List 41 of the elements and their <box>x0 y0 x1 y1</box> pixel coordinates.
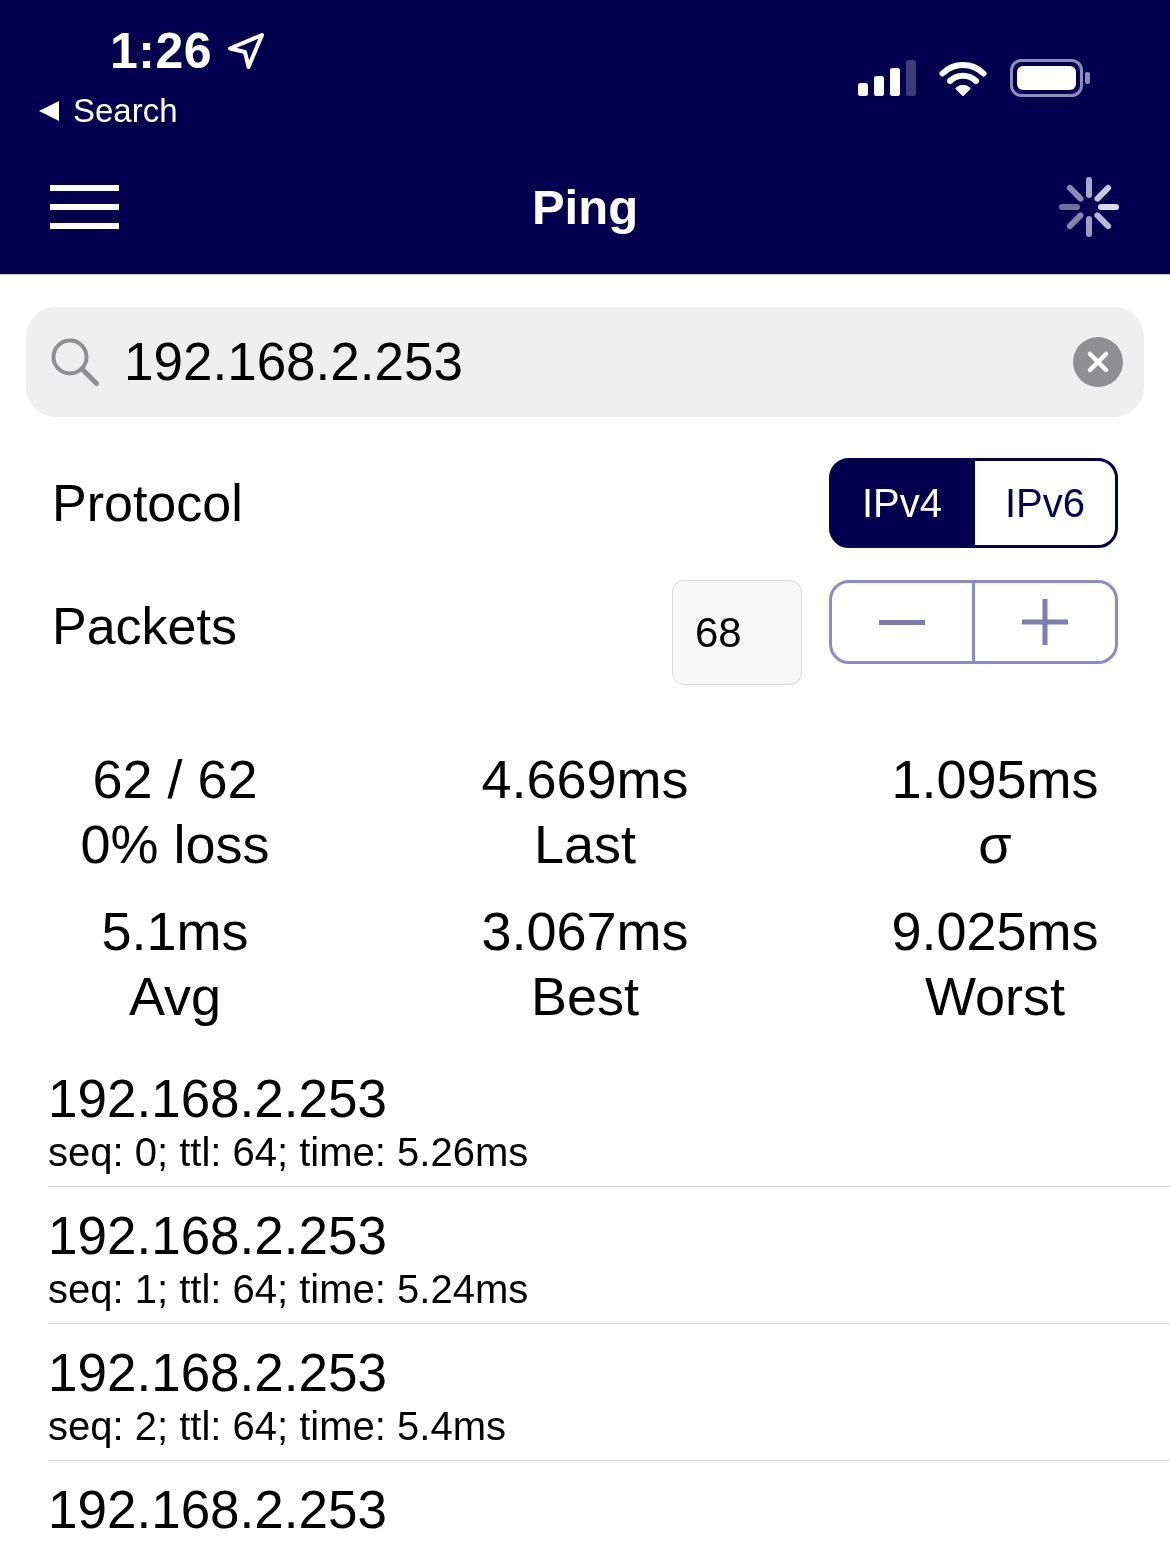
stat-label: Last <box>533 813 637 876</box>
stat-label: Best <box>530 965 640 1028</box>
stat-value: 62 / 62 <box>92 748 258 811</box>
wifi-icon <box>938 60 988 96</box>
segment-button[interactable]: IPv4 <box>829 458 975 548</box>
decrement-button[interactable] <box>829 580 975 664</box>
battery-icon <box>1010 59 1090 97</box>
back-button[interactable]: Search <box>38 91 178 131</box>
search-field[interactable]: 192.168.2.253 <box>26 307 1144 417</box>
stat-value: 4.669ms <box>481 748 689 811</box>
stat-value: 3.067ms <box>481 900 689 963</box>
plus-icon <box>1022 599 1068 645</box>
page-title: Ping <box>531 179 639 236</box>
host-address: 192.168.2.253 <box>48 1068 387 1130</box>
segment-button[interactable]: IPv6 <box>972 458 1118 548</box>
count-field[interactable]: 68 <box>672 580 802 685</box>
ping-detail: seq: 1; ttl: 64; time: 5.24ms <box>48 1268 529 1310</box>
signal-icon <box>858 60 916 96</box>
ping-detail: seq: 2; ttl: 64; time: 5.4ms <box>48 1405 506 1447</box>
minus-icon <box>879 619 925 625</box>
stat-value: 5.1ms <box>101 900 249 963</box>
location-arrow-icon <box>226 31 267 71</box>
stat-value: 9.025ms <box>891 900 1099 963</box>
stat-label: σ <box>978 813 1012 876</box>
search-icon <box>50 337 100 387</box>
stat-label: 0% loss <box>80 813 270 876</box>
search-input[interactable]: 192.168.2.253 <box>124 330 1049 394</box>
stat-label: Worst <box>925 965 1065 1028</box>
setting-label: Protocol <box>52 473 243 534</box>
host-address: 192.168.2.253 <box>48 1205 387 1267</box>
clear-icon[interactable] <box>1073 337 1123 387</box>
increment-button[interactable] <box>972 580 1118 664</box>
back-triangle-icon <box>38 100 60 122</box>
stat-label: Avg <box>128 965 222 1028</box>
ping-detail: seq: 0; ttl: 64; time: 5.26ms <box>48 1131 529 1173</box>
host-address: 192.168.2.253 <box>48 1479 387 1541</box>
clock-time: 1:26 <box>110 22 213 80</box>
setting-label: Packets <box>52 596 237 657</box>
host-address: 192.168.2.253 <box>48 1342 387 1404</box>
menu-icon[interactable] <box>50 185 119 229</box>
stat-value: 1.095ms <box>891 748 1099 811</box>
